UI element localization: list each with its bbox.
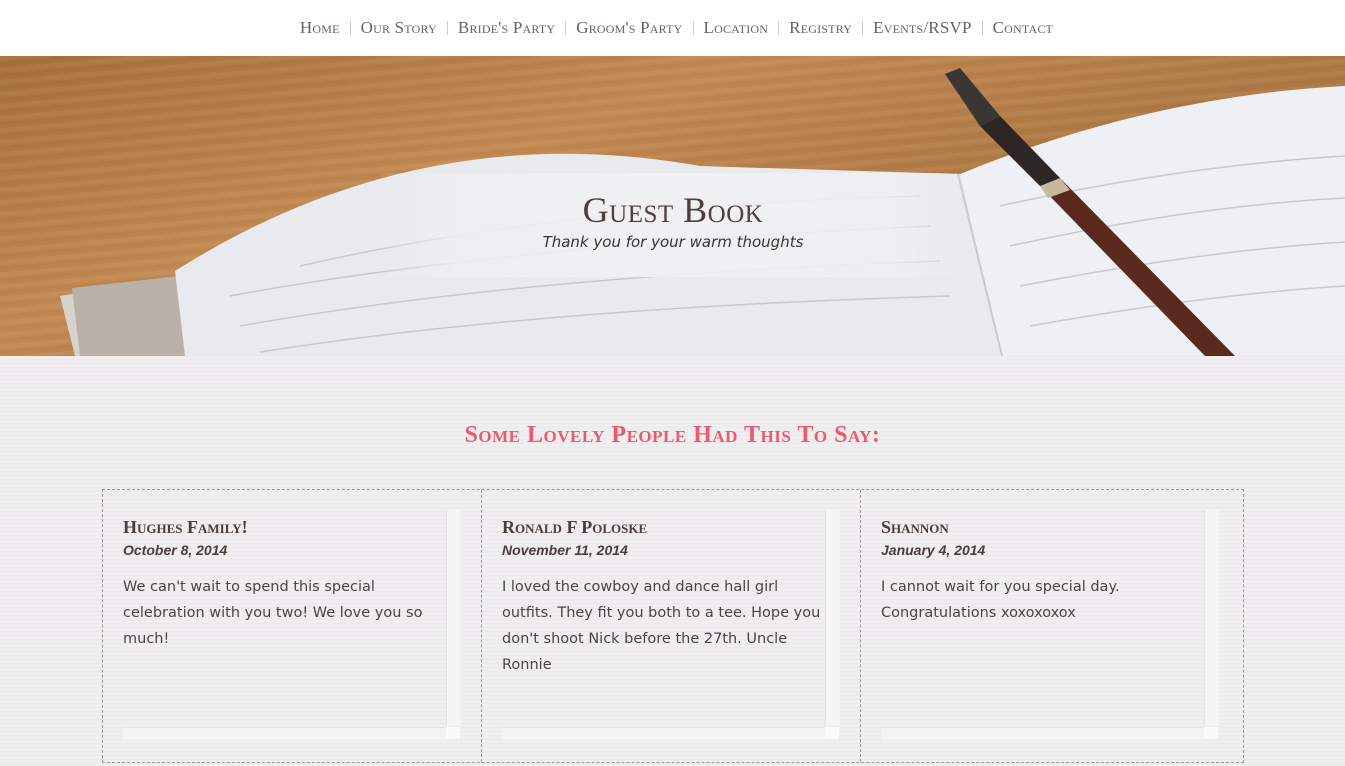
guestbook-entries: Hughes Family! October 8, 2014 We can't … [102, 489, 1244, 763]
book-spine [72, 276, 190, 356]
entry-message: We can't wait to spend this special cele… [123, 579, 423, 647]
right-page [960, 86, 1345, 356]
entry-date: November 11, 2014 [502, 542, 628, 558]
vertical-scrollbar[interactable] [1204, 510, 1219, 726]
nav-item-home[interactable]: Home [290, 18, 350, 38]
vertical-scrollbar[interactable] [825, 510, 840, 726]
nav-item-our-story[interactable]: Our Story [351, 18, 447, 38]
entry-date: January 4, 2014 [881, 542, 986, 558]
guestbook-entry: Ronald F Poloske November 11, 2014 I lov… [482, 490, 861, 762]
entry-author: Hughes Family! [123, 517, 248, 537]
entry-message: I cannot wait for you special day. Congr… [881, 579, 1120, 621]
horizontal-scrollbar[interactable] [881, 727, 1204, 740]
entry-author: Ronald F Poloske [502, 517, 648, 537]
horizontal-scrollbar[interactable] [502, 727, 825, 740]
nav-item-grooms-party[interactable]: Groom's Party [566, 18, 692, 38]
section-heading: Some Lovely People Had This To Say: [464, 422, 881, 448]
nav-item-registry[interactable]: Registry [779, 18, 862, 38]
horizontal-scrollbar[interactable] [123, 727, 446, 740]
entry-message: I loved the cowboy and dance hall girl o… [502, 579, 821, 673]
nav-item-contact[interactable]: Contact [983, 18, 1063, 38]
scrollbar-corner [446, 727, 460, 739]
page-subtitle: Thank you for your warm thoughts [542, 233, 804, 251]
scrollbar-corner [1204, 727, 1218, 739]
nav-item-events-rsvp[interactable]: Events/RSVP [863, 18, 982, 38]
guestbook-entry: Hughes Family! October 8, 2014 We can't … [103, 490, 482, 762]
hero-banner-image: Guest Book Thank you for your warm thoug… [0, 56, 1345, 356]
page-title: Guest Book [582, 190, 764, 230]
entry-date: October 8, 2014 [123, 542, 228, 558]
guestbook-section: Some Lovely People Had This To Say: Hugh… [0, 356, 1345, 766]
nav-menu: Home Our Story Bride's Party Groom's Par… [290, 18, 1063, 38]
entry-author: Shannon [881, 517, 949, 537]
nav-item-brides-party[interactable]: Bride's Party [448, 18, 565, 38]
scrollbar-corner [825, 727, 839, 739]
hero-title-panel: Guest Book Thank you for your warm thoug… [378, 173, 968, 277]
top-navigation: Home Our Story Bride's Party Groom's Par… [0, 0, 1345, 56]
nav-item-location[interactable]: Location [694, 18, 779, 38]
guestbook-entry: Shannon January 4, 2014 I cannot wait fo… [861, 490, 1240, 762]
vertical-scrollbar[interactable] [446, 510, 461, 726]
